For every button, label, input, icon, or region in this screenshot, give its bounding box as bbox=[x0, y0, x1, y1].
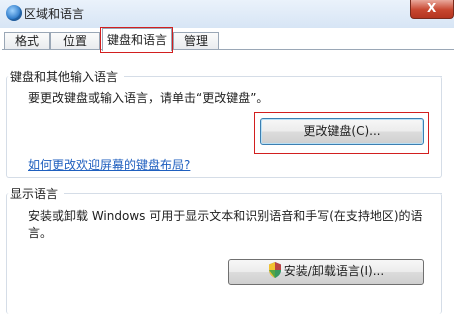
display-group-rule bbox=[64, 193, 442, 194]
tab-strip: 格式 位置 键盘和语言 管理 bbox=[0, 27, 454, 53]
tab-keyboards-languages[interactable]: 键盘和语言 bbox=[102, 28, 172, 51]
title-bar: 区域和语言 X bbox=[0, 0, 454, 28]
tab-formats[interactable]: 格式 bbox=[4, 32, 50, 50]
close-icon: X bbox=[427, 1, 437, 15]
change-keyboards-button[interactable]: 更改键盘(C)... bbox=[260, 118, 424, 145]
keyboard-group-description: 要更改键盘或输入语言，请单击“更改键盘”。 bbox=[28, 91, 269, 105]
keyboard-layout-help-link[interactable]: 如何更改欢迎屏幕的键盘布局? bbox=[28, 156, 190, 173]
install-uninstall-languages-button[interactable]: 安装/卸载语言(I)... bbox=[228, 259, 424, 285]
close-button[interactable]: X bbox=[410, 0, 454, 19]
tab-administrative[interactable]: 管理 bbox=[173, 32, 219, 50]
window-title: 区域和语言 bbox=[24, 7, 85, 21]
tab-panel: 键盘和其他输入语言 要更改键盘或输入语言，请单击“更改键盘”。 更改键盘(C).… bbox=[2, 49, 454, 314]
display-group-description: 安装或卸载 Windows 可用于显示文本和识别语音和手写(在支持地区)的语言。 bbox=[28, 209, 423, 240]
tab-location[interactable]: 位置 bbox=[50, 32, 100, 50]
globe-icon bbox=[6, 5, 22, 21]
uac-shield-icon bbox=[268, 262, 281, 278]
install-uninstall-label: 安装/卸载语言(I)... bbox=[283, 264, 385, 278]
keyboard-group-rule bbox=[124, 76, 442, 77]
